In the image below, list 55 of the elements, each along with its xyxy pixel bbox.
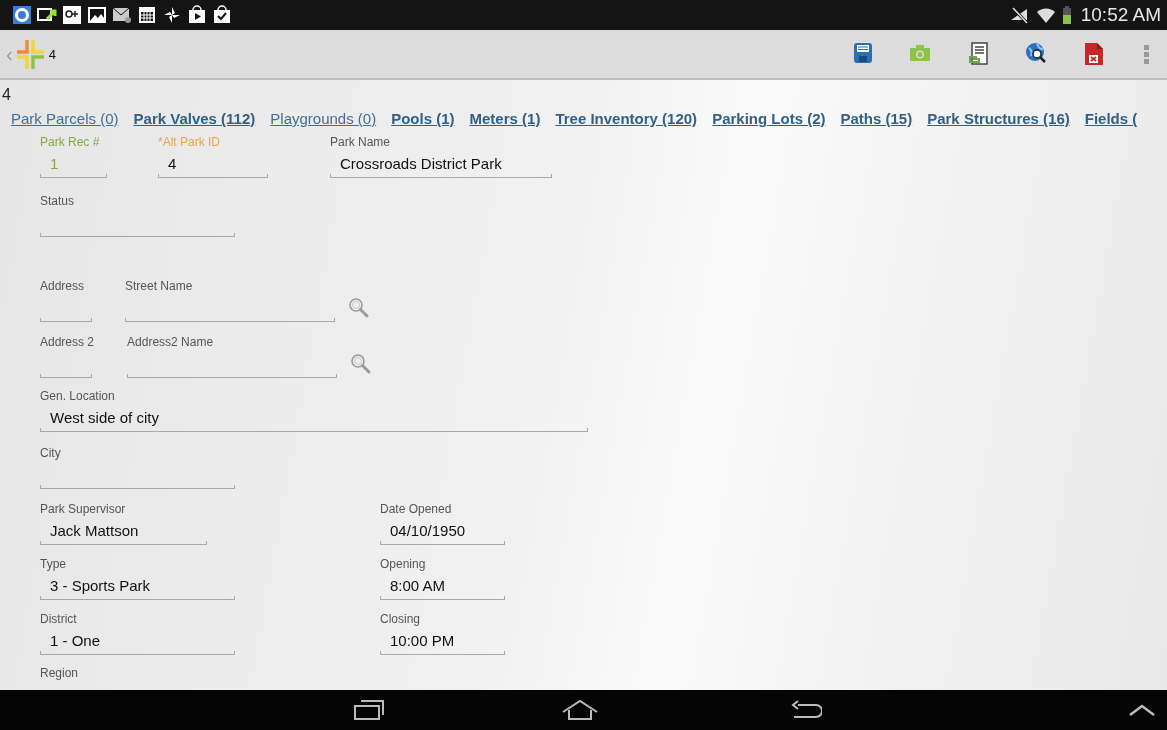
battery-icon bbox=[1061, 5, 1072, 25]
picture-notification-icon bbox=[87, 5, 107, 25]
related-records-link[interactable]: Parking Lots (2) bbox=[712, 110, 826, 127]
field-label: District bbox=[40, 611, 77, 627]
text-field[interactable]: 8:00 AM bbox=[380, 572, 505, 600]
screen-title: 4 bbox=[48, 46, 56, 62]
text-field[interactable]: 04/10/1950 bbox=[380, 517, 505, 545]
store-bag-icon bbox=[187, 5, 207, 25]
related-records-link[interactable]: Meters (1) bbox=[469, 110, 541, 127]
field-label: Gen. Location bbox=[40, 388, 115, 404]
recent-apps-icon[interactable] bbox=[352, 698, 386, 722]
text-field[interactable]: 3 - Sports Park bbox=[40, 572, 235, 600]
wifi-icon bbox=[1034, 5, 1057, 25]
related-records-link[interactable]: Fields ( bbox=[1084, 110, 1138, 127]
field-label: Address bbox=[40, 278, 85, 294]
field-label: Closing bbox=[380, 611, 421, 627]
home-icon[interactable] bbox=[560, 698, 600, 722]
related-records-link[interactable]: Park Valves (112) bbox=[133, 110, 256, 127]
related-records-link[interactable]: Playgrounds (0) bbox=[270, 110, 377, 127]
text-field[interactable]: 1 - One bbox=[40, 627, 235, 655]
field-label: Park Name bbox=[330, 134, 391, 150]
pinwheel-icon bbox=[162, 5, 182, 25]
field-label: Park Supervisor bbox=[40, 501, 126, 517]
related-records-link[interactable]: Paths (15) bbox=[840, 110, 913, 127]
field-label: Date Opened bbox=[380, 501, 452, 517]
field-label: Region bbox=[40, 665, 79, 681]
search-icon[interactable] bbox=[350, 353, 373, 375]
related-records-link[interactable]: Tree Inventory (120) bbox=[555, 110, 698, 127]
text-field[interactable]: Jack Mattson bbox=[40, 517, 207, 545]
field-label: Opening bbox=[380, 556, 426, 572]
check-bag-icon bbox=[212, 5, 232, 25]
text-field[interactable]: Crossroads District Park bbox=[330, 150, 552, 178]
overflow-menu-icon[interactable] bbox=[1141, 42, 1151, 66]
text-field[interactable]: West side of city bbox=[40, 404, 588, 432]
search-icon[interactable] bbox=[348, 297, 370, 319]
save-icon[interactable] bbox=[853, 42, 873, 66]
related-records-link[interactable]: Pools (1) bbox=[391, 110, 455, 127]
attached-document-icon[interactable] bbox=[967, 42, 989, 66]
clock-time: 10:52 AM bbox=[1080, 4, 1161, 26]
record-title: 4 bbox=[1, 86, 11, 104]
email-notification-icon bbox=[112, 5, 132, 25]
calendar-icon bbox=[137, 5, 157, 25]
related-records-link[interactable]: Park Parcels (0) bbox=[11, 110, 119, 127]
field-label: Status bbox=[40, 193, 75, 209]
field-label: *Alt Park ID bbox=[158, 134, 220, 150]
text-field[interactable]: 4 bbox=[158, 150, 268, 178]
field-label: Type bbox=[40, 556, 66, 572]
field-label: City bbox=[40, 445, 61, 461]
app-notification-icon bbox=[12, 5, 32, 25]
text-field[interactable]: 10:00 PM bbox=[380, 627, 505, 655]
field-label: Park Rec # bbox=[40, 134, 100, 150]
field-label: Street Name bbox=[125, 278, 193, 294]
related-records-link[interactable]: Park Structures (16) bbox=[927, 110, 1070, 127]
field-label: Address2 Name bbox=[127, 334, 214, 350]
field-label: Address 2 bbox=[40, 334, 95, 350]
